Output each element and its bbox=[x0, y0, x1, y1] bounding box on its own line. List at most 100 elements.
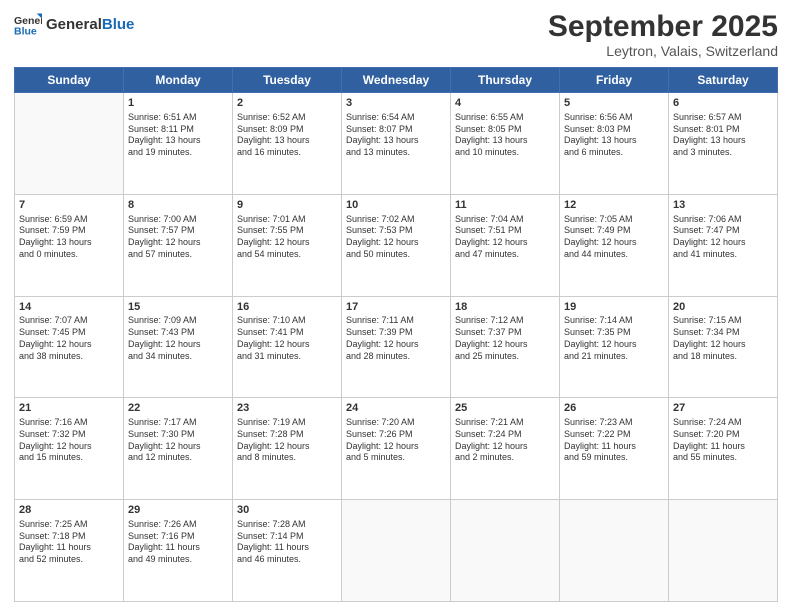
day-info: Sunrise: 6:55 AM Sunset: 8:05 PM Dayligh… bbox=[455, 112, 555, 159]
day-of-week-header: Wednesday bbox=[342, 68, 451, 93]
day-number: 22 bbox=[128, 401, 228, 416]
day-number: 6 bbox=[673, 96, 773, 111]
day-info: Sunrise: 7:15 AM Sunset: 7:34 PM Dayligh… bbox=[673, 315, 773, 362]
calendar-cell: 1Sunrise: 6:51 AM Sunset: 8:11 PM Daylig… bbox=[124, 93, 233, 195]
day-info: Sunrise: 7:19 AM Sunset: 7:28 PM Dayligh… bbox=[237, 417, 337, 464]
day-info: Sunrise: 7:23 AM Sunset: 7:22 PM Dayligh… bbox=[564, 417, 664, 464]
calendar-cell: 12Sunrise: 7:05 AM Sunset: 7:49 PM Dayli… bbox=[560, 194, 669, 296]
day-number: 4 bbox=[455, 96, 555, 111]
calendar-cell: 30Sunrise: 7:28 AM Sunset: 7:14 PM Dayli… bbox=[233, 500, 342, 602]
day-info: Sunrise: 7:24 AM Sunset: 7:20 PM Dayligh… bbox=[673, 417, 773, 464]
day-info: Sunrise: 6:51 AM Sunset: 8:11 PM Dayligh… bbox=[128, 112, 228, 159]
calendar-cell: 25Sunrise: 7:21 AM Sunset: 7:24 PM Dayli… bbox=[451, 398, 560, 500]
calendar-cell: 6Sunrise: 6:57 AM Sunset: 8:01 PM Daylig… bbox=[669, 93, 778, 195]
day-number: 13 bbox=[673, 198, 773, 213]
day-number: 15 bbox=[128, 300, 228, 315]
day-number: 7 bbox=[19, 198, 119, 213]
day-of-week-header: Monday bbox=[124, 68, 233, 93]
calendar-cell: 17Sunrise: 7:11 AM Sunset: 7:39 PM Dayli… bbox=[342, 296, 451, 398]
logo-blue: Blue bbox=[102, 16, 135, 33]
day-number: 30 bbox=[237, 503, 337, 518]
calendar-cell: 26Sunrise: 7:23 AM Sunset: 7:22 PM Dayli… bbox=[560, 398, 669, 500]
calendar: SundayMondayTuesdayWednesdayThursdayFrid… bbox=[14, 67, 778, 602]
day-info: Sunrise: 7:12 AM Sunset: 7:37 PM Dayligh… bbox=[455, 315, 555, 362]
day-number: 12 bbox=[564, 198, 664, 213]
day-of-week-header: Friday bbox=[560, 68, 669, 93]
day-number: 10 bbox=[346, 198, 446, 213]
calendar-cell bbox=[669, 500, 778, 602]
calendar-cell: 4Sunrise: 6:55 AM Sunset: 8:05 PM Daylig… bbox=[451, 93, 560, 195]
calendar-cell: 18Sunrise: 7:12 AM Sunset: 7:37 PM Dayli… bbox=[451, 296, 560, 398]
header: General Blue GeneralBlue September 2025 … bbox=[14, 10, 778, 59]
day-number: 9 bbox=[237, 198, 337, 213]
calendar-cell: 19Sunrise: 7:14 AM Sunset: 7:35 PM Dayli… bbox=[560, 296, 669, 398]
day-number: 14 bbox=[19, 300, 119, 315]
day-of-week-header: Sunday bbox=[15, 68, 124, 93]
calendar-cell: 27Sunrise: 7:24 AM Sunset: 7:20 PM Dayli… bbox=[669, 398, 778, 500]
day-info: Sunrise: 6:59 AM Sunset: 7:59 PM Dayligh… bbox=[19, 214, 119, 261]
day-number: 28 bbox=[19, 503, 119, 518]
day-info: Sunrise: 7:07 AM Sunset: 7:45 PM Dayligh… bbox=[19, 315, 119, 362]
calendar-cell: 20Sunrise: 7:15 AM Sunset: 7:34 PM Dayli… bbox=[669, 296, 778, 398]
day-number: 29 bbox=[128, 503, 228, 518]
day-number: 1 bbox=[128, 96, 228, 111]
day-number: 19 bbox=[564, 300, 664, 315]
day-info: Sunrise: 7:00 AM Sunset: 7:57 PM Dayligh… bbox=[128, 214, 228, 261]
day-info: Sunrise: 7:26 AM Sunset: 7:16 PM Dayligh… bbox=[128, 519, 228, 566]
calendar-cell: 7Sunrise: 6:59 AM Sunset: 7:59 PM Daylig… bbox=[15, 194, 124, 296]
day-info: Sunrise: 7:06 AM Sunset: 7:47 PM Dayligh… bbox=[673, 214, 773, 261]
day-number: 24 bbox=[346, 401, 446, 416]
day-number: 16 bbox=[237, 300, 337, 315]
day-info: Sunrise: 7:11 AM Sunset: 7:39 PM Dayligh… bbox=[346, 315, 446, 362]
day-info: Sunrise: 7:10 AM Sunset: 7:41 PM Dayligh… bbox=[237, 315, 337, 362]
day-info: Sunrise: 7:16 AM Sunset: 7:32 PM Dayligh… bbox=[19, 417, 119, 464]
day-info: Sunrise: 7:09 AM Sunset: 7:43 PM Dayligh… bbox=[128, 315, 228, 362]
day-of-week-header: Saturday bbox=[669, 68, 778, 93]
day-number: 8 bbox=[128, 198, 228, 213]
day-info: Sunrise: 7:02 AM Sunset: 7:53 PM Dayligh… bbox=[346, 214, 446, 261]
day-info: Sunrise: 7:01 AM Sunset: 7:55 PM Dayligh… bbox=[237, 214, 337, 261]
calendar-cell bbox=[342, 500, 451, 602]
day-number: 18 bbox=[455, 300, 555, 315]
day-info: Sunrise: 7:17 AM Sunset: 7:30 PM Dayligh… bbox=[128, 417, 228, 464]
calendar-cell: 15Sunrise: 7:09 AM Sunset: 7:43 PM Dayli… bbox=[124, 296, 233, 398]
day-number: 26 bbox=[564, 401, 664, 416]
day-info: Sunrise: 7:04 AM Sunset: 7:51 PM Dayligh… bbox=[455, 214, 555, 261]
day-number: 25 bbox=[455, 401, 555, 416]
day-info: Sunrise: 7:14 AM Sunset: 7:35 PM Dayligh… bbox=[564, 315, 664, 362]
day-number: 21 bbox=[19, 401, 119, 416]
day-number: 27 bbox=[673, 401, 773, 416]
logo-general: General bbox=[46, 16, 102, 33]
calendar-cell: 28Sunrise: 7:25 AM Sunset: 7:18 PM Dayli… bbox=[15, 500, 124, 602]
calendar-cell bbox=[15, 93, 124, 195]
calendar-cell: 21Sunrise: 7:16 AM Sunset: 7:32 PM Dayli… bbox=[15, 398, 124, 500]
calendar-cell: 10Sunrise: 7:02 AM Sunset: 7:53 PM Dayli… bbox=[342, 194, 451, 296]
calendar-cell: 3Sunrise: 6:54 AM Sunset: 8:07 PM Daylig… bbox=[342, 93, 451, 195]
day-info: Sunrise: 6:56 AM Sunset: 8:03 PM Dayligh… bbox=[564, 112, 664, 159]
day-info: Sunrise: 7:21 AM Sunset: 7:24 PM Dayligh… bbox=[455, 417, 555, 464]
calendar-cell: 11Sunrise: 7:04 AM Sunset: 7:51 PM Dayli… bbox=[451, 194, 560, 296]
calendar-cell: 14Sunrise: 7:07 AM Sunset: 7:45 PM Dayli… bbox=[15, 296, 124, 398]
calendar-cell: 23Sunrise: 7:19 AM Sunset: 7:28 PM Dayli… bbox=[233, 398, 342, 500]
day-info: Sunrise: 7:25 AM Sunset: 7:18 PM Dayligh… bbox=[19, 519, 119, 566]
day-number: 20 bbox=[673, 300, 773, 315]
svg-text:Blue: Blue bbox=[14, 26, 37, 38]
calendar-cell: 29Sunrise: 7:26 AM Sunset: 7:16 PM Dayli… bbox=[124, 500, 233, 602]
day-number: 11 bbox=[455, 198, 555, 213]
calendar-cell: 13Sunrise: 7:06 AM Sunset: 7:47 PM Dayli… bbox=[669, 194, 778, 296]
day-info: Sunrise: 7:20 AM Sunset: 7:26 PM Dayligh… bbox=[346, 417, 446, 464]
logo-icon: General Blue bbox=[14, 10, 42, 38]
logo: General Blue GeneralBlue bbox=[14, 10, 134, 38]
calendar-cell bbox=[451, 500, 560, 602]
calendar-cell: 9Sunrise: 7:01 AM Sunset: 7:55 PM Daylig… bbox=[233, 194, 342, 296]
title-block: September 2025 Leytron, Valais, Switzerl… bbox=[548, 10, 778, 59]
day-info: Sunrise: 6:52 AM Sunset: 8:09 PM Dayligh… bbox=[237, 112, 337, 159]
day-of-week-header: Thursday bbox=[451, 68, 560, 93]
day-info: Sunrise: 7:05 AM Sunset: 7:49 PM Dayligh… bbox=[564, 214, 664, 261]
day-number: 2 bbox=[237, 96, 337, 111]
location: Leytron, Valais, Switzerland bbox=[548, 43, 778, 59]
day-info: Sunrise: 7:28 AM Sunset: 7:14 PM Dayligh… bbox=[237, 519, 337, 566]
calendar-cell: 24Sunrise: 7:20 AM Sunset: 7:26 PM Dayli… bbox=[342, 398, 451, 500]
day-number: 3 bbox=[346, 96, 446, 111]
day-info: Sunrise: 6:57 AM Sunset: 8:01 PM Dayligh… bbox=[673, 112, 773, 159]
